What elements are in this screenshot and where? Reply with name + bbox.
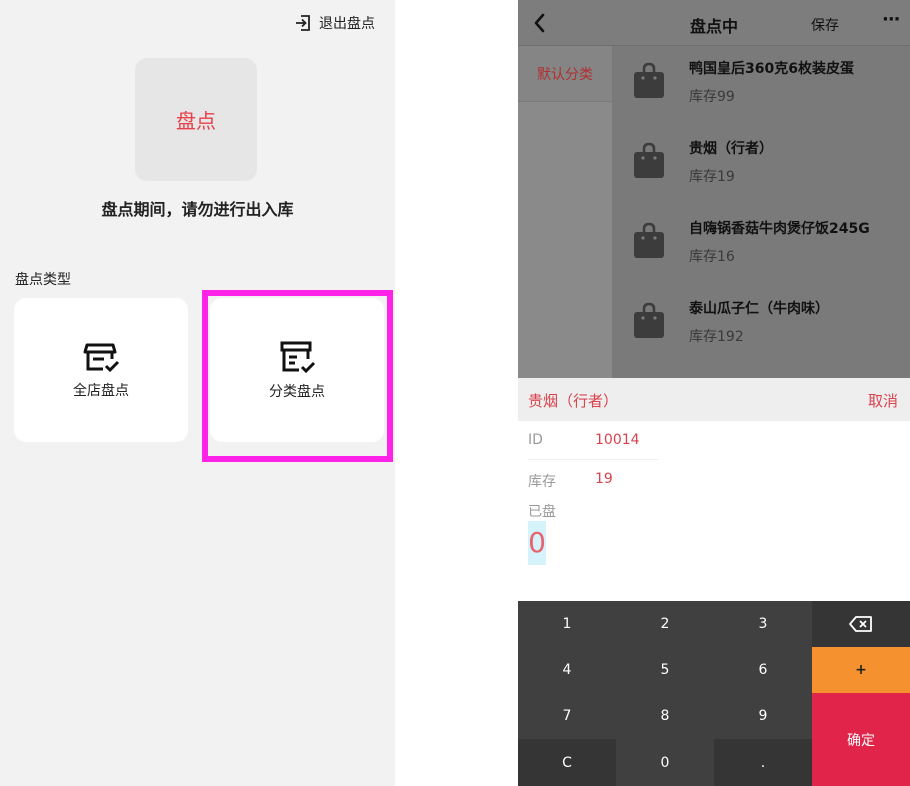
category-stocktake-card[interactable]: 分类盘点 — [210, 298, 384, 442]
stocktake-in-progress-screen: 盘点中 保存 ··· 默认分类 鸭国皇后360克6枚装皮蛋 库存99 贵烟（行者… — [518, 0, 910, 786]
category-check-icon — [280, 341, 316, 374]
exit-stocktake-label: 退出盘点 — [319, 16, 375, 32]
full-store-stocktake-card[interactable]: 全店盘点 — [14, 298, 188, 442]
counted-label: 已盘 — [528, 504, 556, 520]
selected-product-name: 贵烟（行者） — [528, 392, 619, 410]
product-item[interactable]: 泰山瓜子仁（牛肉味） 库存192 — [612, 286, 910, 366]
stocktake-tile-label: 盘点 — [176, 109, 216, 133]
product-name: 鸭国皇后360克6枚装皮蛋 — [689, 61, 854, 77]
key-0[interactable]: 0 — [616, 739, 714, 786]
plus-key[interactable]: + — [812, 647, 910, 693]
key-1[interactable]: 1 — [518, 601, 616, 647]
confirm-button[interactable]: 确定 — [812, 693, 910, 786]
backspace-key[interactable] — [812, 601, 910, 647]
key-8[interactable]: 8 — [616, 693, 714, 739]
save-button[interactable]: 保存 — [811, 15, 839, 35]
stocktake-start-screen: 退出盘点 盘点 盘点期间，请勿进行出入库 盘点类型 全店盘点 分类盘点 — [0, 0, 395, 786]
key-7[interactable]: 7 — [518, 693, 616, 739]
cancel-button[interactable]: 取消 — [868, 390, 898, 411]
exit-stocktake-button[interactable]: 退出盘点 — [294, 12, 375, 34]
product-name: 贵烟（行者） — [689, 141, 773, 157]
more-options-button[interactable]: ··· — [882, 9, 900, 30]
shopping-bag-icon — [634, 142, 664, 178]
key-6[interactable]: 6 — [714, 647, 812, 693]
count-sheet-header: 贵烟（行者） 取消 — [518, 378, 910, 421]
decimal-key[interactable]: . — [714, 739, 812, 786]
shopping-bag-icon — [634, 302, 664, 338]
product-stock: 库存192 — [689, 329, 744, 345]
product-stock: 库存19 — [689, 169, 735, 185]
stocktake-warning: 盘点期间，请勿进行出入库 — [101, 200, 294, 219]
key-9[interactable]: 9 — [714, 693, 812, 739]
divider — [528, 459, 658, 460]
exit-icon — [296, 15, 310, 31]
id-value: 10014 — [595, 432, 640, 448]
key-4[interactable]: 4 — [518, 647, 616, 693]
shopping-bag-icon — [634, 222, 664, 258]
id-label: ID — [528, 432, 543, 448]
key-2[interactable]: 2 — [616, 601, 714, 647]
store-check-icon — [83, 343, 120, 373]
key-3[interactable]: 3 — [714, 601, 812, 647]
product-name: 泰山瓜子仁（牛肉味） — [689, 301, 829, 317]
product-name: 自嗨锅香菇牛肉煲仔饭245G — [689, 221, 870, 237]
stock-label: 库存 — [528, 474, 556, 490]
product-stock: 库存16 — [689, 249, 735, 265]
shopping-bag-icon — [634, 62, 664, 98]
top-nav-bar: 盘点中 保存 ··· — [518, 0, 910, 46]
category-stocktake-label: 分类盘点 — [269, 384, 325, 400]
category-item-default[interactable]: 默认分类 — [518, 46, 612, 102]
counted-quantity-input[interactable]: 0 — [528, 521, 546, 565]
product-item[interactable]: 自嗨锅香菇牛肉煲仔饭245G 库存16 — [612, 206, 910, 286]
product-item[interactable]: 鸭国皇后360克6枚装皮蛋 库存99 — [612, 46, 910, 126]
stock-value: 19 — [595, 471, 613, 487]
product-stock: 库存99 — [689, 89, 735, 105]
stocktake-tile: 盘点 — [135, 58, 257, 181]
backspace-icon — [849, 616, 872, 632]
clear-key[interactable]: C — [518, 739, 616, 786]
stocktake-type-label: 盘点类型 — [15, 272, 71, 288]
numeric-keypad: 1 2 3 4 5 6 + 7 8 9 C 0 . 确定 — [518, 601, 910, 786]
product-item[interactable]: 贵烟（行者） 库存19 — [612, 126, 910, 206]
full-store-stocktake-label: 全店盘点 — [73, 383, 129, 399]
product-list: 鸭国皇后360克6枚装皮蛋 库存99 贵烟（行者） 库存19 自嗨锅香菇牛肉煲仔… — [612, 46, 910, 378]
category-sidebar: 默认分类 — [518, 46, 612, 378]
key-5[interactable]: 5 — [616, 647, 714, 693]
page-title: 盘点中 — [689, 17, 738, 36]
